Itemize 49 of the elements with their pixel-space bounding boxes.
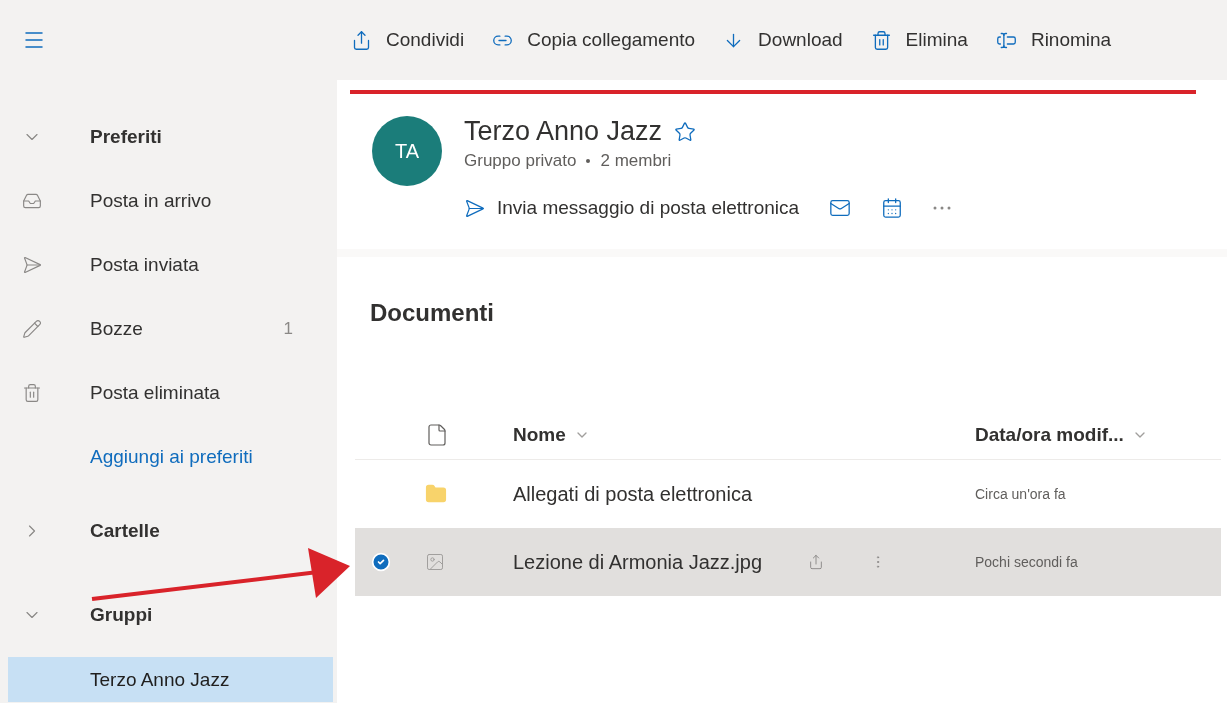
nav-item[interactable]: Posta eliminata [8, 361, 333, 425]
inbox-icon [22, 191, 42, 211]
trash-icon [870, 29, 892, 51]
send-icon [464, 197, 485, 219]
more-icon [933, 206, 952, 210]
group-name: Terzo Anno Jazz [464, 116, 663, 147]
nav-item[interactable]: Bozze 1 [8, 297, 333, 361]
section-header[interactable]: Cartelle [8, 489, 333, 573]
calendar-button[interactable] [881, 197, 904, 219]
modified-time: Circa un'ora fa [975, 486, 1067, 502]
nav-item[interactable]: Terzo Anno Jazz [8, 657, 333, 702]
share-icon[interactable] [808, 554, 825, 570]
nav-item[interactable]: Posta in arrivo [8, 169, 333, 233]
section-header[interactable]: Preferiti [8, 105, 333, 169]
member-count: 2 membri [600, 151, 672, 171]
image-file-icon [425, 552, 445, 572]
section-header[interactable]: Gruppi [8, 573, 333, 657]
file-name[interactable]: Lezione di Armonia Jazz.jpg [513, 550, 763, 574]
send-icon [22, 255, 42, 275]
file-row[interactable]: Lezione di Armonia Jazz.jpg Pochi secondi fa [355, 528, 1221, 596]
folder-icon [425, 483, 447, 505]
group-avatar: TA [372, 116, 442, 186]
trash-icon [22, 383, 42, 403]
calendar-icon [881, 197, 904, 219]
unread-count: 1 [283, 319, 293, 339]
pencil-icon [22, 319, 42, 339]
mail-button[interactable] [829, 197, 852, 219]
file-type-icon [425, 423, 449, 447]
modified-time: Pochi secondi fa [975, 554, 1079, 570]
column-header[interactable]: Nome [513, 424, 975, 446]
toolbar-button[interactable]: Elimina [870, 25, 968, 55]
send-email-button[interactable]: Invia messaggio di posta elettronica [464, 197, 800, 219]
toolbar-button[interactable]: Download [723, 25, 843, 55]
toolbar-button[interactable]: Condividi [351, 25, 465, 55]
column-header[interactable]: Data/ora modif... [975, 424, 1221, 446]
group-type: Gruppo privato [464, 151, 577, 171]
check-icon[interactable] [371, 552, 391, 572]
nav-item[interactable]: Aggiungi ai preferiti [8, 425, 333, 489]
section-title: Documenti [370, 299, 495, 327]
more-button[interactable] [933, 206, 952, 210]
add-favorites-link[interactable]: Aggiungi ai preferiti [90, 446, 253, 468]
file-name[interactable]: Allegati di posta elettronica [513, 482, 753, 506]
mail-icon [829, 197, 852, 219]
toolbar-button[interactable]: Rinomina [995, 25, 1112, 55]
nav-item[interactable]: Posta inviata [8, 233, 333, 297]
separator-dot [586, 159, 591, 163]
toolbar-button[interactable]: Copia collegamento [492, 25, 696, 55]
star-icon[interactable] [674, 120, 697, 143]
share-icon [351, 29, 372, 51]
